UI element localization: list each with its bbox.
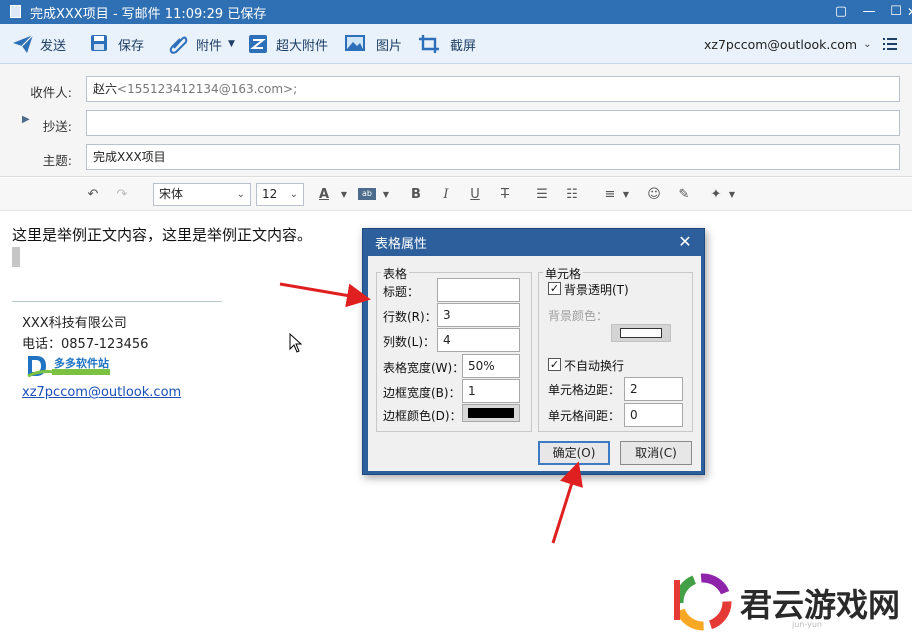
watermark-logo — [670, 572, 732, 632]
annotation-overlay — [279, 282, 583, 544]
arrow-to-table-group — [279, 282, 371, 308]
arrow-to-ok-button — [551, 461, 583, 544]
watermark-subtext: jun-yun — [792, 620, 822, 629]
